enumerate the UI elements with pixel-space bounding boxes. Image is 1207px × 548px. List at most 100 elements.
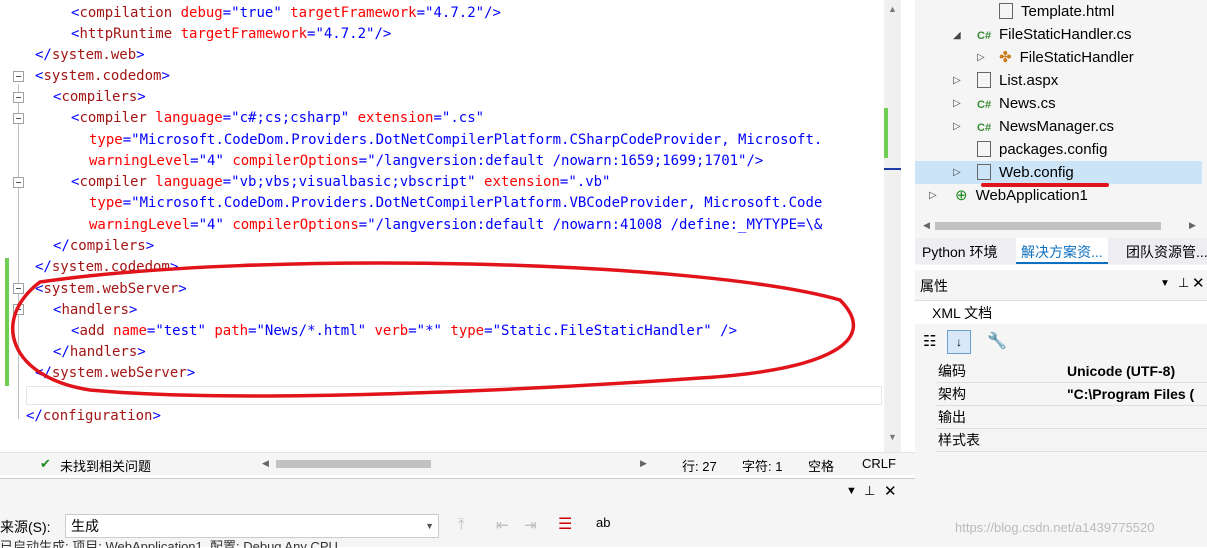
properties-title: 属性 — [920, 278, 948, 294]
solution-item[interactable]: packages.config — [977, 139, 1107, 161]
code-token: "true" — [231, 5, 282, 21]
pin-icon[interactable]: ⊥ — [864, 483, 875, 499]
output-source-label: 来源(S): — [0, 519, 51, 535]
code-token: = — [433, 110, 442, 126]
code-editor[interactable]: <compilation debug="true" targetFramewor… — [0, 0, 915, 452]
horizontal-scrollbar-thumb[interactable] — [276, 460, 431, 468]
object-selector[interactable]: XML 文档 — [915, 300, 1207, 324]
chevron-down-icon: ▼ — [425, 521, 434, 531]
code-token: "Microsoft.CodeDom.Providers.DotNetCompi… — [131, 132, 823, 148]
collapsed-arrow-icon[interactable]: ▷ — [953, 167, 961, 178]
line-ending: CRLF — [862, 456, 896, 471]
code-token: compiler — [79, 110, 147, 126]
code-token: "/langversion:default /nowarn:1659;1699;… — [367, 153, 747, 169]
code-token: = — [416, 5, 426, 21]
dropdown-icon[interactable]: ▼ — [1160, 278, 1170, 289]
property-row[interactable]: 架构 "C:\Program Files ( — [935, 383, 1207, 406]
code-token: compilerOptions — [223, 217, 359, 233]
code-line: <compilation debug="true" targetFramewor… — [71, 3, 501, 24]
solution-item[interactable]: C# News.cs — [977, 93, 1056, 115]
collapsed-arrow-icon[interactable]: ▷ — [929, 190, 937, 201]
code-token: > — [136, 47, 145, 63]
code-token: = — [222, 110, 232, 126]
code-token: /> — [374, 26, 392, 42]
code-token: compilers — [61, 89, 138, 105]
code-line: warningLevel="4" compilerOptions="/langv… — [89, 215, 822, 236]
property-row[interactable]: 输出 — [935, 406, 1207, 429]
vertical-scrollbar[interactable]: ▲ ▼ — [884, 0, 901, 452]
code-token: system.web — [51, 47, 137, 63]
scroll-right-icon[interactable]: ▶ — [640, 458, 647, 469]
horizontal-scrollbar-thumb[interactable] — [935, 222, 1161, 230]
solution-explorer[interactable]: Template.html ◢ C# FileStaticHandler.cs ▷… — [915, 0, 1207, 265]
solution-item[interactable]: List.aspx — [977, 70, 1058, 92]
categorized-icon[interactable]: ☷ — [923, 332, 936, 350]
tab-team-explorer[interactable]: 团队资源管... — [1126, 242, 1207, 262]
solution-item[interactable]: ✤ FileStaticHandler — [999, 47, 1134, 69]
code-token: > — [137, 89, 146, 105]
code-token: </ — [26, 408, 43, 424]
watermark: https://blog.csdn.net/a1439775520 — [955, 520, 1155, 535]
collapsed-arrow-icon[interactable]: ▷ — [977, 52, 985, 63]
word-wrap-icon[interactable]: ab — [596, 515, 610, 530]
goto-prev-icon[interactable]: ⤒ — [458, 516, 465, 533]
code-token: language — [146, 174, 223, 190]
code-token: "Microsoft.CodeDom.Providers.DotNetCompi… — [131, 195, 823, 211]
solution-item[interactable]: Template.html — [999, 1, 1114, 23]
close-icon[interactable]: ✕ — [884, 482, 897, 500]
code-token: extension — [349, 110, 434, 126]
collapsed-arrow-icon[interactable]: ▷ — [953, 98, 961, 109]
collapsed-arrow-icon[interactable]: ▷ — [953, 75, 961, 86]
code-token: debug — [172, 5, 223, 21]
solution-item[interactable]: ⊕ WebApplication1 — [955, 185, 1088, 207]
clear-all-icon[interactable]: ☰ — [558, 514, 572, 534]
tool-window-tabs: Python 环境 解决方案资... 团队资源管... — [915, 238, 1207, 264]
wrench-icon[interactable]: 🔧 — [987, 331, 1007, 351]
scroll-up-icon[interactable]: ▲ — [888, 4, 897, 14]
collapsed-arrow-icon[interactable]: ▷ — [953, 121, 961, 132]
csharp-file-icon: C# — [977, 30, 992, 42]
code-token: "4.7.2" — [425, 5, 485, 21]
class-icon: ✤ — [999, 49, 1012, 66]
web-project-icon: ⊕ — [955, 187, 968, 204]
code-token: = — [122, 195, 132, 211]
code-token: = — [358, 217, 368, 233]
fold-toggle[interactable] — [13, 71, 24, 82]
pin-icon[interactable]: ⊥ — [1178, 275, 1189, 291]
close-icon[interactable]: ✕ — [1192, 274, 1205, 292]
code-line: <system.codedom> — [35, 66, 170, 87]
csharp-file-icon: C# — [977, 99, 992, 111]
dropdown-icon[interactable]: ▼ — [846, 485, 857, 497]
scroll-down-icon[interactable]: ▼ — [888, 432, 897, 442]
fold-toggle[interactable] — [13, 113, 24, 124]
fold-toggle[interactable] — [13, 177, 24, 188]
fold-toggle[interactable] — [13, 92, 24, 103]
solution-item[interactable]: C# FileStaticHandler.cs — [977, 24, 1132, 46]
property-row[interactable]: 样式表 — [935, 429, 1207, 452]
code-token: </ — [35, 47, 52, 63]
change-marker — [884, 108, 888, 158]
output-source-value: 生成 — [71, 518, 99, 534]
code-token: > — [145, 238, 155, 254]
goto-next-message-icon[interactable]: ⇥ — [524, 516, 537, 534]
expanded-arrow-icon[interactable]: ◢ — [953, 30, 961, 41]
code-line: <compilers> — [53, 87, 146, 108]
code-token: "4" — [198, 217, 224, 233]
code-token: system.codedom — [43, 68, 162, 84]
output-source-select[interactable]: 生成 ▼ — [65, 514, 439, 538]
solution-item-selected[interactable]: Web.config — [977, 162, 1074, 184]
caret-marker — [884, 168, 901, 170]
property-row[interactable]: 编码 Unicode (UTF-8) — [935, 360, 1207, 383]
scroll-left-icon[interactable]: ◀ — [923, 220, 930, 231]
code-token: /> — [484, 5, 501, 21]
solution-item[interactable]: C# NewsManager.cs — [977, 116, 1114, 138]
scroll-right-icon[interactable]: ▶ — [1189, 220, 1196, 231]
code-token: compilerOptions — [223, 153, 359, 169]
goto-prev-message-icon[interactable]: ⇤ — [496, 516, 509, 534]
code-token: "4.7.2" — [315, 26, 375, 42]
scroll-left-icon[interactable]: ◀ — [262, 458, 269, 469]
tab-solution-explorer[interactable]: 解决方案资... — [1016, 238, 1108, 264]
code-token: "vb;vbs;visualbasic;vbscript" — [231, 174, 476, 190]
tab-python-env[interactable]: Python 环境 — [922, 242, 997, 262]
alphabetical-icon[interactable]: ↓ — [947, 330, 971, 354]
